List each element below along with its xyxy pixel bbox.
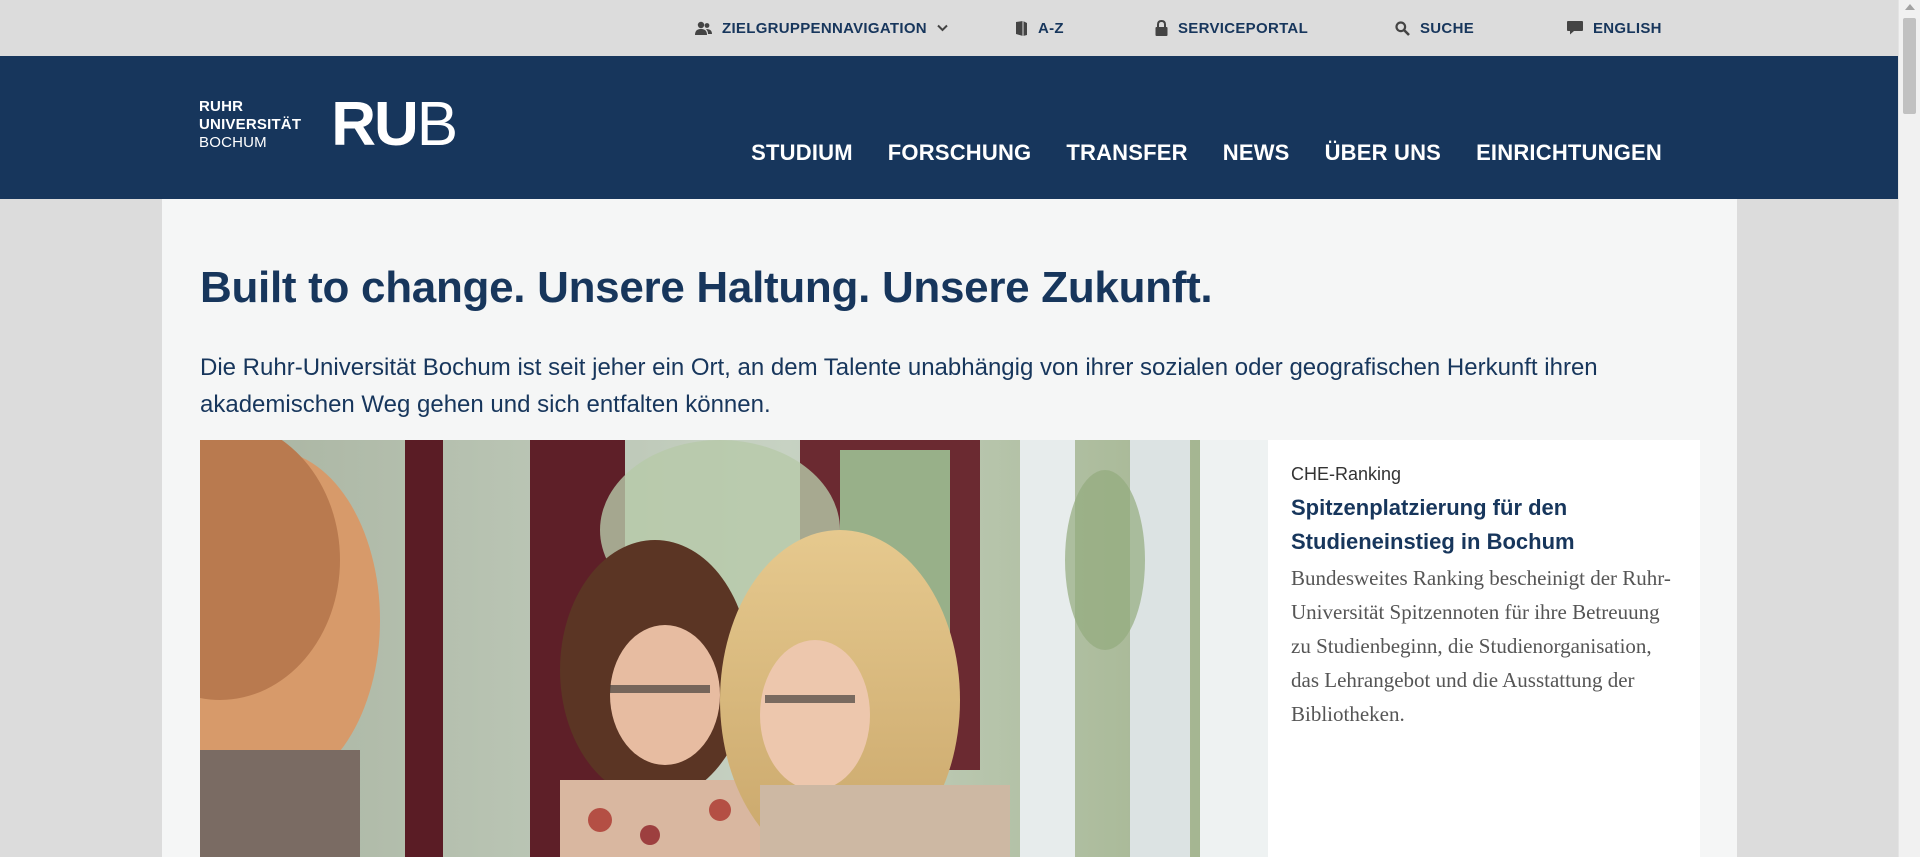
- serviceportal-link[interactable]: SERVICEPORTAL: [1155, 0, 1308, 56]
- logo-line-bochum: BOCHUM: [199, 134, 267, 151]
- nav-item-ueber-uns[interactable]: ÜBER UNS: [1325, 140, 1442, 166]
- nav-item-studium[interactable]: STUDIUM: [751, 140, 853, 166]
- book-icon: [1016, 20, 1027, 36]
- main-content: Built to change. Unsere Haltung. Unsere …: [162, 199, 1737, 857]
- logo-line-universitaet: UNIVERSITÄT: [199, 116, 302, 133]
- chevron-down-icon: [937, 24, 948, 32]
- language-label: ENGLISH: [1593, 19, 1662, 37]
- logo-line-ruhr: RUHR: [199, 98, 244, 115]
- scrollbar-thumb[interactable]: [1903, 18, 1916, 114]
- audience-navigation-toggle[interactable]: ZIELGRUPPENNAVIGATION: [695, 0, 948, 56]
- scroll-up-arrow-icon[interactable]: [1905, 4, 1915, 10]
- logo-wordmark: RUHR UNIVERSITÄT BOCHUM: [199, 98, 301, 152]
- search-icon: [1395, 20, 1410, 36]
- audience-navigation-label: ZIELGRUPPENNAVIGATION: [722, 19, 927, 37]
- nav-item-transfer[interactable]: TRANSFER: [1066, 140, 1187, 166]
- nav-item-einrichtungen[interactable]: EINRICHTUNGEN: [1476, 140, 1662, 166]
- search-link[interactable]: SUCHE: [1395, 0, 1474, 56]
- search-label: SUCHE: [1420, 19, 1475, 37]
- vertical-scrollbar[interactable]: [1898, 0, 1920, 857]
- language-switch-link[interactable]: ENGLISH: [1567, 0, 1662, 56]
- teaser-image[interactable]: [200, 440, 1268, 857]
- rub-logo[interactable]: RUHR UNIVERSITÄT BOCHUM RUB: [199, 94, 458, 156]
- teaser-kicker: CHE-Ranking: [1291, 464, 1402, 484]
- teaser-title-link[interactable]: Spitzenplatzierung für den Studieneinsti…: [1291, 491, 1676, 559]
- logo-mark-b: B: [416, 90, 458, 159]
- lead-paragraph: Die Ruhr-Universität Bochum ist seit jeh…: [200, 354, 1598, 418]
- logo-mark-ru: RU: [331, 90, 419, 159]
- teaser-body: Bundesweites Ranking bescheinigt der Ruh…: [1291, 566, 1671, 726]
- lock-icon: [1155, 20, 1168, 36]
- nav-item-news[interactable]: NEWS: [1223, 140, 1290, 166]
- students-photo: [200, 440, 1268, 857]
- logo-mark: RUB: [331, 94, 458, 156]
- users-icon: [695, 21, 712, 35]
- ranking-teaser[interactable]: CHE-Ranking Spitzenplatzierung für den S…: [200, 440, 1700, 857]
- nav-item-forschung[interactable]: FORSCHUNG: [888, 140, 1032, 166]
- serviceportal-label: SERVICEPORTAL: [1178, 19, 1309, 37]
- main-navigation: STUDIUM FORSCHUNG TRANSFER NEWS ÜBER UNS…: [751, 140, 1662, 166]
- az-label: A-Z: [1038, 19, 1064, 37]
- teaser-text-panel: CHE-Ranking Spitzenplatzierung für den S…: [1268, 440, 1700, 857]
- az-link[interactable]: A-Z: [1015, 0, 1064, 56]
- utility-bar: ZIELGRUPPENNAVIGATION A-Z SERVICEPORTAL …: [0, 0, 1898, 56]
- site-header: RUHR UNIVERSITÄT BOCHUM RUB STUDIUM FORS…: [0, 56, 1898, 199]
- speech-bubble-icon: [1567, 21, 1583, 35]
- page-title: Built to change. Unsere Haltung. Unsere …: [200, 263, 1213, 312]
